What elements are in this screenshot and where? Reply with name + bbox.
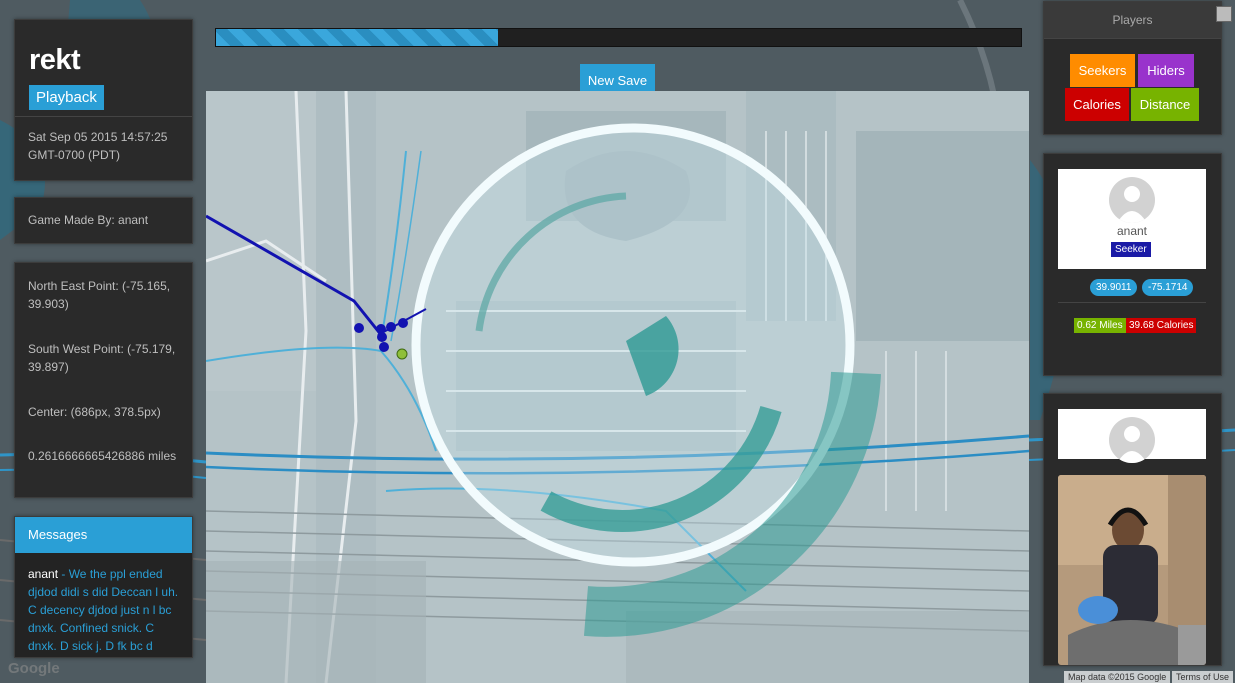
message-item: anant - We the ppl ended djdod didi s di… <box>15 553 192 657</box>
creator-panel: Game Made By: anant <box>14 197 193 244</box>
hider-marker[interactable] <box>396 348 408 360</box>
game-map[interactable] <box>206 91 1029 683</box>
progress-fill <box>216 29 498 46</box>
messages-panel: Messages anant - We the ppl ended djdod … <box>14 516 193 658</box>
bounds-panel: North East Point: (-75.165, 39.903) Sout… <box>14 262 193 498</box>
fullscreen-icon[interactable] <box>1216 6 1232 22</box>
webcam-video <box>1058 475 1206 665</box>
messages-header: Messages <box>15 517 192 553</box>
playback-progress-bar[interactable] <box>215 28 1022 47</box>
player-panel-2 <box>1043 393 1222 666</box>
playback-button[interactable]: Playback <box>29 85 104 110</box>
game-timestamp: Sat Sep 05 2015 14:57:25 GMT-0700 (PDT) <box>28 130 168 162</box>
player-latitude: 39.9011 <box>1090 279 1138 296</box>
map-attribution: Map data ©2015 Google <box>1064 671 1171 683</box>
north-east-point: North East Point: (-75.165, 39.903) <box>28 279 171 311</box>
message-author: anant <box>28 567 59 581</box>
player-calories: 39.68 Calories <box>1126 318 1197 333</box>
game-info-panel: rekt Playback Sat Sep 05 2015 14:57:25 G… <box>14 19 193 181</box>
divider <box>15 116 192 117</box>
distance-button[interactable]: Distance <box>1131 88 1199 121</box>
player-card[interactable]: anant Seeker <box>1058 169 1206 269</box>
player-longitude: -75.1714 <box>1142 279 1194 296</box>
player-name: anant <box>1116 224 1148 238</box>
south-west-point: South West Point: (-75.179, 39.897) <box>28 342 176 374</box>
center-point: Center: (686px, 378.5px) <box>28 405 161 419</box>
avatar <box>1109 177 1155 223</box>
player-panel: anant Seeker 39.9011 -75.1714 0.62 Miles… <box>1043 153 1222 376</box>
game-creator: Game Made By: anant <box>28 213 149 227</box>
google-logo: Google <box>8 660 60 677</box>
hiders-button[interactable]: Hiders <box>1138 54 1194 87</box>
player-card-2[interactable] <box>1058 409 1206 463</box>
player-role-badge: Seeker <box>1111 242 1151 257</box>
terms-link[interactable]: Terms of Use <box>1172 671 1234 683</box>
calories-button[interactable]: Calories <box>1065 88 1129 121</box>
divider <box>1058 302 1206 303</box>
players-header: Players <box>1044 2 1221 39</box>
radius-distance: 0.2616666665426886 miles <box>28 449 177 463</box>
player-distance: 0.62 Miles <box>1074 318 1126 333</box>
avatar <box>1109 417 1155 463</box>
game-title: rekt <box>29 44 81 76</box>
seekers-button[interactable]: Seekers <box>1070 54 1135 87</box>
players-panel: Players Seekers Hiders Calories Distance <box>1043 1 1222 135</box>
